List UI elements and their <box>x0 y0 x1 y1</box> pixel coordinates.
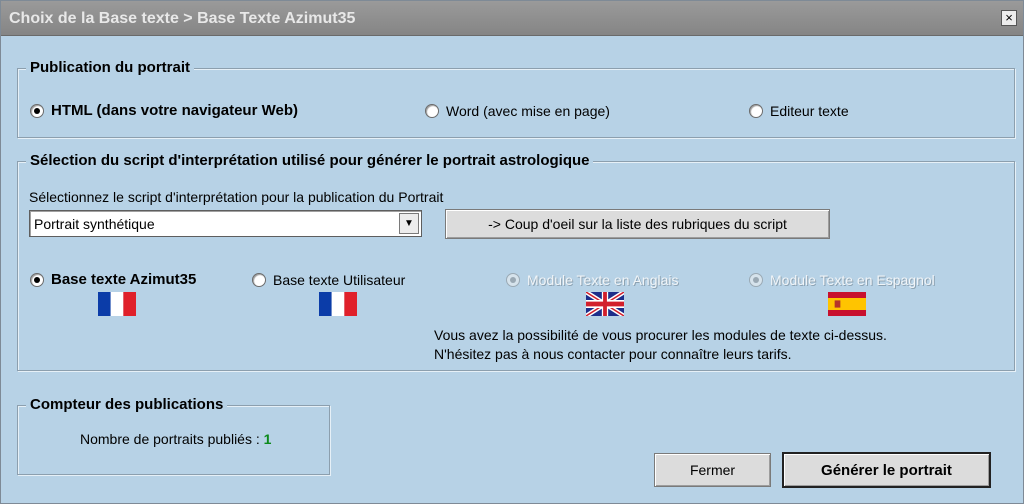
script-legend: Sélection du script d'interprétation uti… <box>26 152 594 169</box>
select-prompt: Sélectionnez le script d'interprétation … <box>29 189 444 205</box>
radio-html-dot[interactable] <box>30 103 44 118</box>
radio-module-espagnol[interactable]: Module Texte en Espagnol <box>749 272 935 288</box>
radio-base-azimut[interactable]: Base texte Azimut35 <box>30 271 196 288</box>
script-select-value: Portrait synthétique <box>34 216 155 232</box>
spain-flag-icon <box>828 292 866 316</box>
counter-legend: Compteur des publications <box>26 396 228 413</box>
radio-module-espagnol-dot[interactable] <box>749 273 763 287</box>
publication-legend: Publication du portrait <box>26 59 194 76</box>
preview-rubrics-button[interactable]: -> Coup d'oeil sur la liste des rubrique… <box>445 209 830 239</box>
radio-word-dot[interactable] <box>425 104 439 118</box>
info-line-1: Vous avez la possibilité de vous procure… <box>434 327 887 343</box>
script-select[interactable]: Portrait synthétique ▼ <box>29 210 422 237</box>
close-button[interactable]: Fermer <box>654 453 771 487</box>
generate-portrait-button[interactable]: Générer le portrait <box>782 452 991 488</box>
radio-html-label: HTML (dans votre navigateur Web) <box>51 102 298 119</box>
radio-base-utilisateur-dot[interactable] <box>252 273 266 287</box>
radio-base-azimut-label: Base texte Azimut35 <box>51 271 197 288</box>
radio-editeur[interactable]: Editeur texte <box>749 103 849 119</box>
window-title: Choix de la Base texte > Base Texte Azim… <box>9 10 356 27</box>
radio-base-azimut-dot[interactable] <box>30 272 44 287</box>
counter-text: Nombre de portraits publiés : 1 <box>80 431 271 447</box>
radio-base-utilisateur[interactable]: Base texte Utilisateur <box>252 272 405 288</box>
chevron-down-icon[interactable]: ▼ <box>399 213 419 234</box>
radio-module-anglais[interactable]: Module Texte en Anglais <box>506 272 679 288</box>
radio-module-anglais-dot[interactable] <box>506 273 520 287</box>
counter-value: 1 <box>263 431 272 447</box>
uk-flag-icon <box>586 292 624 316</box>
radio-word-label: Word (avec mise en page) <box>446 103 610 119</box>
france-flag-icon <box>319 292 357 316</box>
title-bar: Choix de la Base texte > Base Texte Azim… <box>1 1 1023 36</box>
radio-word[interactable]: Word (avec mise en page) <box>425 103 610 119</box>
radio-module-espagnol-label: Module Texte en Espagnol <box>770 272 935 288</box>
radio-html[interactable]: HTML (dans votre navigateur Web) <box>30 102 298 119</box>
radio-module-anglais-label: Module Texte en Anglais <box>527 272 679 288</box>
france-flag-icon <box>98 292 136 316</box>
radio-base-utilisateur-label: Base texte Utilisateur <box>273 272 406 288</box>
counter-label: Nombre de portraits publiés : <box>80 431 264 447</box>
radio-editeur-label: Editeur texte <box>770 103 849 119</box>
radio-editeur-dot[interactable] <box>749 104 763 118</box>
info-line-2: N'hésitez pas à nous contacter pour conn… <box>434 346 792 362</box>
close-icon[interactable]: × <box>1001 10 1017 26</box>
dialog-window: Choix de la Base texte > Base Texte Azim… <box>0 0 1024 504</box>
